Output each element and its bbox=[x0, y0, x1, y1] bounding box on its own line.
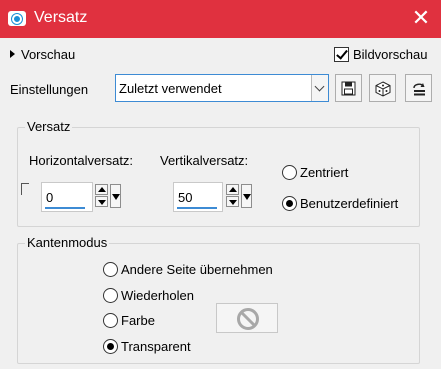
preset-dropdown-value: Zuletzt verwendet bbox=[119, 81, 222, 96]
window-title: Versatz bbox=[34, 9, 88, 26]
save-preset-button[interactable] bbox=[335, 74, 362, 102]
image-preview-checkbox[interactable] bbox=[334, 46, 349, 62]
radio-transparent-label: Transparent bbox=[121, 339, 191, 354]
vertical-offset-value: 50 bbox=[178, 190, 193, 205]
vertical-offset-label: Vertikalversatz: bbox=[160, 153, 249, 168]
settings-label: Einstellungen bbox=[10, 82, 89, 97]
radio-color[interactable]: Farbe bbox=[103, 313, 155, 328]
radio-color-button[interactable] bbox=[103, 313, 118, 328]
chevron-down-icon[interactable] bbox=[311, 75, 328, 101]
reset-button[interactable] bbox=[405, 74, 432, 102]
radio-wrap-other-side[interactable]: Andere Seite übernehmen bbox=[103, 262, 273, 277]
horizontal-offset-input[interactable]: 0 bbox=[41, 182, 93, 212]
vertical-offset-slider-button[interactable] bbox=[241, 184, 252, 208]
image-preview-checkbox-row[interactable]: Bildvorschau bbox=[334, 45, 427, 63]
preview-toggle[interactable]: Vorschau bbox=[10, 47, 75, 62]
radio-color-label: Farbe bbox=[121, 313, 155, 328]
random-preset-button[interactable] bbox=[369, 74, 396, 102]
horizontal-offset-value: 0 bbox=[46, 190, 54, 205]
stepper-up-icon[interactable] bbox=[95, 184, 108, 195]
radio-centered-button[interactable] bbox=[282, 165, 297, 180]
random-dice-icon bbox=[375, 81, 391, 97]
offset-group-title: Versatz bbox=[25, 119, 73, 134]
radio-wrap-other-side-button[interactable] bbox=[103, 262, 118, 277]
link-bracket-icon bbox=[21, 183, 29, 195]
camera-icon bbox=[8, 11, 26, 26]
radio-transparent-button[interactable] bbox=[103, 339, 118, 354]
radio-centered[interactable]: Zentriert bbox=[282, 165, 348, 180]
stepper-up-icon[interactable] bbox=[226, 184, 239, 195]
radio-custom-label: Benutzerdefiniert bbox=[300, 196, 399, 211]
radio-repeat-button[interactable] bbox=[103, 288, 118, 303]
reset-icon bbox=[413, 83, 425, 96]
save-preset-icon bbox=[341, 81, 356, 96]
title-bar: Versatz ✕ bbox=[0, 0, 441, 38]
horizontal-offset-label: Horizontalversatz: bbox=[29, 153, 134, 168]
edge-color-swatch[interactable] bbox=[216, 303, 278, 333]
vertical-offset-stepper[interactable] bbox=[226, 184, 239, 208]
stepper-down-icon[interactable] bbox=[226, 196, 239, 207]
radio-repeat-label: Wiederholen bbox=[121, 288, 194, 303]
edge-mode-group-title: Kantenmodus bbox=[25, 235, 110, 250]
horizontal-offset-stepper[interactable] bbox=[95, 184, 108, 208]
preview-toggle-label: Vorschau bbox=[21, 47, 76, 62]
horizontal-offset-slider-button[interactable] bbox=[110, 184, 121, 208]
stepper-down-icon[interactable] bbox=[95, 196, 108, 207]
chevron-right-icon bbox=[10, 50, 15, 58]
radio-centered-label: Zentriert bbox=[300, 165, 349, 180]
radio-repeat[interactable]: Wiederholen bbox=[103, 288, 194, 303]
image-preview-label: Bildvorschau bbox=[353, 46, 428, 62]
radio-custom[interactable]: Benutzerdefiniert bbox=[282, 196, 398, 211]
radio-wrap-other-side-label: Andere Seite übernehmen bbox=[121, 262, 273, 277]
no-color-icon bbox=[237, 308, 259, 330]
vertical-offset-input[interactable]: 50 bbox=[173, 182, 223, 212]
close-button[interactable]: ✕ bbox=[401, 0, 441, 38]
offset-group: Versatz bbox=[17, 119, 420, 227]
radio-transparent[interactable]: Transparent bbox=[103, 339, 191, 354]
preset-dropdown[interactable]: Zuletzt verwendet bbox=[115, 74, 329, 102]
radio-custom-button[interactable] bbox=[282, 196, 297, 211]
